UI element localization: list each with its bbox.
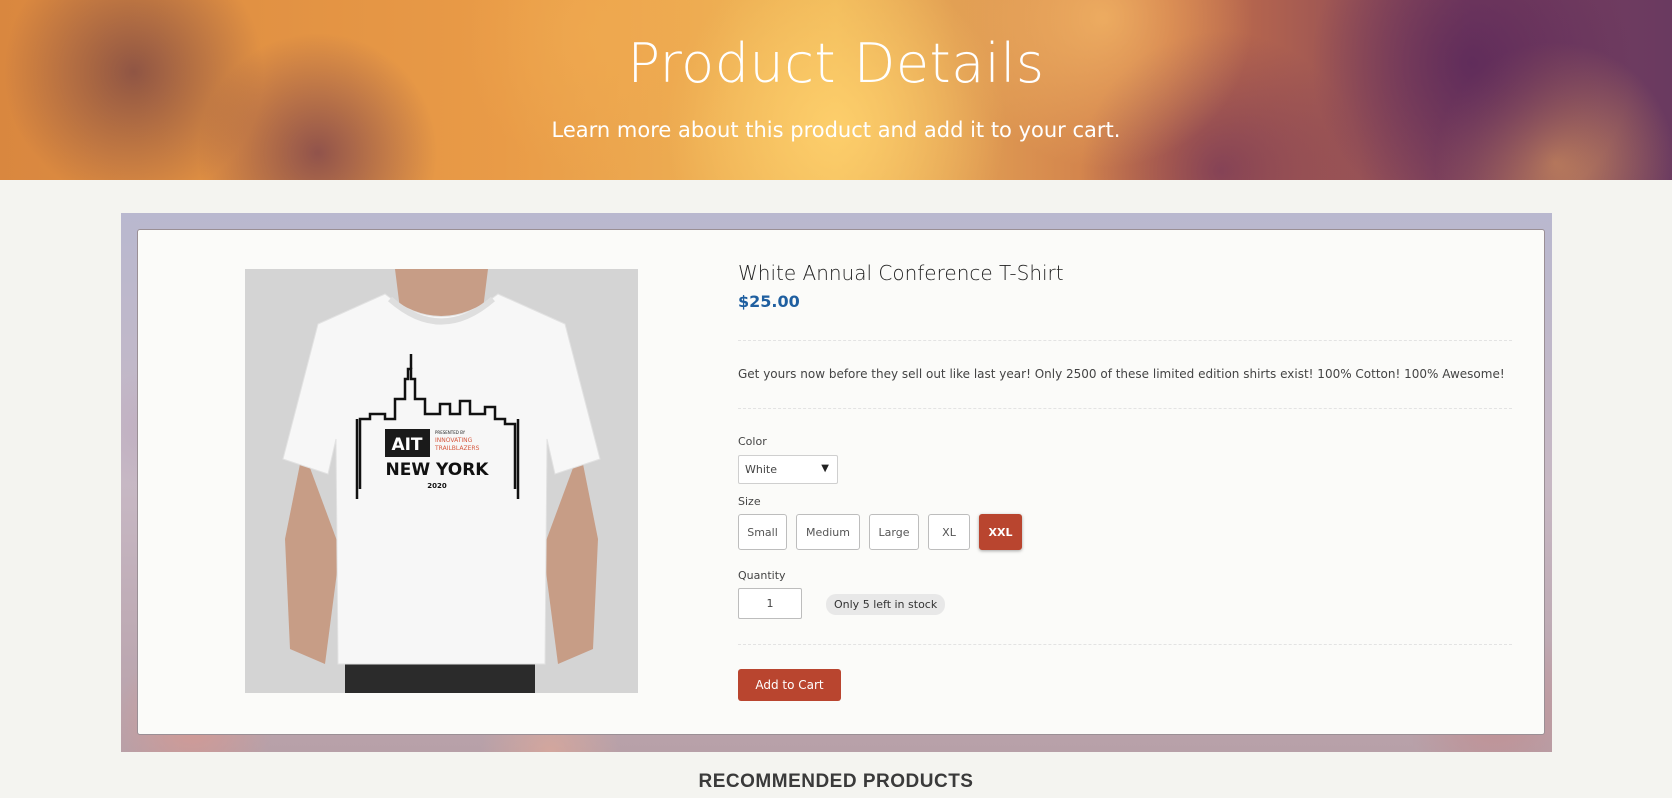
shirt-year-text: 2020 — [427, 482, 447, 490]
add-to-cart-button[interactable]: Add to Cart — [738, 669, 841, 701]
divider — [738, 340, 1512, 341]
quantity-label: Quantity — [738, 569, 786, 582]
quantity-input[interactable]: 1 — [738, 588, 802, 619]
color-select-value: White — [745, 463, 777, 476]
product-price: $25.00 — [738, 292, 800, 311]
shirt-tagline-2: TRAILBLAZERS — [434, 445, 480, 452]
recommended-products-heading: RECOMMENDED PRODUCTS — [698, 771, 974, 792]
divider — [738, 644, 1512, 645]
shirt-tagline-small: PRESENTED BY — [435, 430, 466, 435]
color-label: Color — [738, 435, 767, 448]
size-option-large[interactable]: Large — [869, 514, 919, 550]
page-title: Product Details — [627, 32, 1045, 95]
divider — [738, 408, 1512, 409]
chevron-down-icon: ▼ — [821, 463, 829, 474]
stock-badge: Only 5 left in stock — [826, 594, 946, 615]
shirt-city-text: NEW YORK — [386, 460, 490, 480]
product-image: AIT PRESENTED BY INNOVATING TRAILBLAZERS… — [245, 269, 638, 693]
size-option-small[interactable]: Small — [738, 514, 787, 550]
size-option-xxl[interactable]: XXL — [979, 514, 1022, 550]
size-label: Size — [738, 495, 761, 508]
page-subtitle: Learn more about this product and add it… — [551, 118, 1121, 142]
color-select[interactable]: White ▼ — [738, 455, 838, 484]
product-description: Get yours now before they sell out like … — [738, 367, 1505, 381]
shirt-logo-text: AIT — [391, 435, 422, 455]
size-option-medium[interactable]: Medium — [796, 514, 860, 550]
product-name: White Annual Conference T-Shirt — [738, 261, 1064, 285]
shirt-tagline-1: INNOVATING — [435, 437, 473, 444]
size-option-xl[interactable]: XL — [928, 514, 970, 550]
hero-banner: Product Details Learn more about this pr… — [0, 0, 1672, 180]
tshirt-illustration: AIT PRESENTED BY INNOVATING TRAILBLAZERS… — [245, 269, 638, 693]
